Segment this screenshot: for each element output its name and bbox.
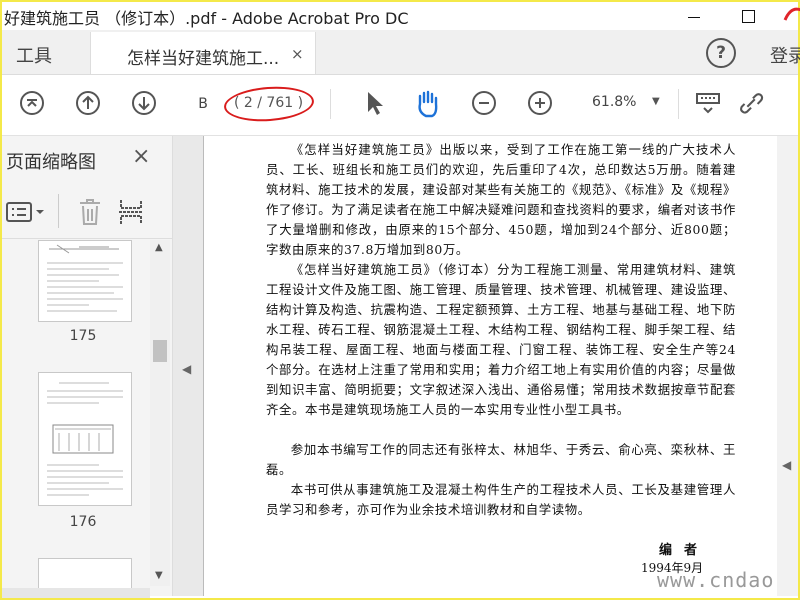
document-viewport: 《怎样当好建筑施工员》出版以来，受到了工作在施工第一线的广大技术人员、工长、班组…	[173, 136, 800, 596]
highlight-ellipse	[222, 83, 316, 125]
maximize-icon	[741, 9, 755, 23]
tab-bar: 工具 怎样当好建筑施工... × ? 登录	[2, 30, 800, 75]
document-scrollbar[interactable]: ◀	[777, 136, 798, 596]
maximize-button[interactable]	[728, 2, 768, 30]
scroll-mode-button[interactable]	[694, 89, 722, 117]
expand-right-pane-icon[interactable]: ◀	[782, 458, 791, 472]
page-thumbnail[interactable]	[38, 372, 132, 506]
select-tool-button[interactable]	[360, 89, 388, 117]
hand-tool-button[interactable]	[414, 89, 442, 118]
thumbnail-scrollbar[interactable]: ▲ ▼	[150, 240, 170, 586]
close-window-button[interactable]	[772, 2, 800, 30]
toolbar-divider	[330, 89, 331, 119]
scroll-up-icon[interactable]: ▲	[155, 242, 163, 253]
trash-icon	[80, 199, 100, 225]
scroll-mode-icon	[696, 93, 720, 114]
toolbar-divider	[678, 89, 679, 119]
tab-close-icon[interactable]: ×	[291, 45, 304, 63]
pane-title: 页面缩略图	[6, 152, 96, 173]
prev-page-button[interactable]	[74, 89, 102, 117]
delete-page-button[interactable]	[78, 198, 102, 230]
page-thumbnail[interactable]	[38, 558, 132, 590]
page-layout-icon	[119, 200, 143, 224]
login-link[interactable]: 登录	[770, 42, 800, 68]
first-page-button[interactable]	[18, 89, 46, 117]
page-thumbnail[interactable]	[38, 240, 132, 322]
horizontal-scrollbar[interactable]	[2, 588, 150, 598]
main-toolbar: B ( 2 / 761 ) 61.8% ▼	[2, 75, 798, 136]
thumbnail-preview	[47, 244, 123, 312]
zoom-level[interactable]: 61.8%	[592, 94, 636, 110]
tab-document-label: 怎样当好建筑施工...	[127, 49, 280, 69]
hand-tool-icon	[418, 90, 438, 118]
zoom-out-icon	[472, 91, 496, 115]
pane-close-icon[interactable]: ×	[132, 144, 150, 169]
thumbnail-page-label: 176	[69, 514, 97, 530]
tab-document[interactable]: 怎样当好建筑施工... ×	[90, 32, 316, 74]
thumbnail-options-button[interactable]	[6, 202, 46, 226]
first-page-icon	[20, 91, 44, 115]
paragraph: 《怎样当好建筑施工员》出版以来，受到了工作在施工第一线的广大技术人员、工长、班组…	[266, 142, 736, 257]
collapse-pane-icon[interactable]: ◀	[182, 362, 191, 376]
pane-divider	[58, 194, 59, 228]
thumbnail-page-label: 175	[69, 328, 97, 344]
tab-tools[interactable]: 工具	[16, 42, 52, 68]
pane-toolbar	[2, 188, 172, 239]
page-number-input[interactable]: B	[188, 93, 218, 115]
prev-page-icon	[76, 91, 100, 115]
options-menu-icon	[6, 202, 44, 222]
pdf-page: 《怎样当好建筑施工员》出版以来，受到了工作在施工第一线的广大技术人员、工长、班组…	[203, 136, 800, 596]
close-window-icon	[783, 7, 800, 21]
help-icon[interactable]: ?	[706, 38, 736, 68]
paragraph: 参加本书编写工作的同志还有张梓太、林旭华、于秀云、俞心亮、栾秋林、王磊。	[266, 442, 736, 477]
thumbnail-preview	[47, 382, 123, 496]
select-arrow-icon	[368, 92, 383, 115]
paragraph: 本书可供从事建筑施工及混凝土构件生产的工程技术人员、工长及基建管理人员学习和参考…	[266, 482, 736, 517]
paragraph: 《怎样当好建筑施工员》（修订本）分为工程施工测量、常用建筑材料、建筑工程设计文件…	[266, 262, 736, 417]
window-title: 好建筑施工员 （修订本）.pdf - Adobe Acrobat Pro DC	[4, 9, 409, 28]
link-icon	[740, 93, 764, 114]
zoom-out-button[interactable]	[470, 89, 498, 117]
zoom-in-icon	[528, 91, 552, 115]
minimize-button[interactable]	[674, 2, 714, 30]
signature: 编者	[659, 543, 710, 558]
page-layout-button[interactable]	[118, 198, 144, 230]
zoom-in-button[interactable]	[526, 89, 554, 117]
link-button[interactable]	[738, 89, 766, 117]
thumbnails-pane: 页面缩略图 × 175 176 ▲ ▼	[2, 136, 173, 598]
next-page-icon	[132, 91, 156, 115]
chevron-down-icon[interactable]: ▼	[652, 96, 660, 107]
scrollbar-thumb[interactable]	[153, 340, 167, 362]
minimize-icon	[688, 16, 700, 18]
scroll-down-icon[interactable]: ▼	[155, 570, 163, 581]
next-page-button[interactable]	[130, 89, 158, 117]
title-bar: 好建筑施工员 （修订本）.pdf - Adobe Acrobat Pro DC	[2, 2, 800, 30]
